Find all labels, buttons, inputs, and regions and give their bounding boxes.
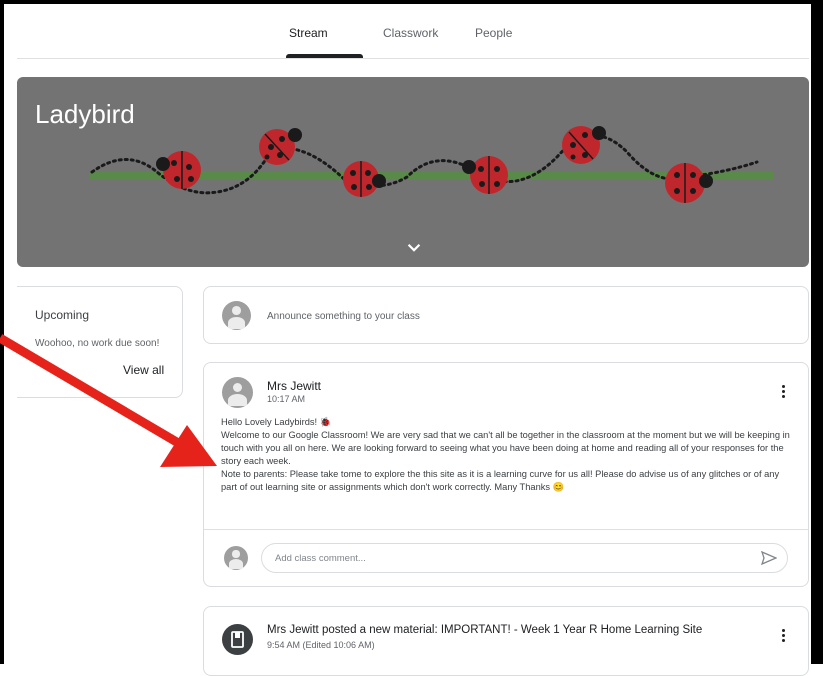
screenshot-border-right (815, 0, 823, 664)
more-options-icon[interactable] (780, 385, 786, 401)
ladybird-3 (343, 161, 386, 197)
post-author: Mrs Jewitt (267, 379, 321, 393)
avatar (222, 301, 251, 330)
author-avatar (222, 377, 253, 408)
tab-stream[interactable]: Stream (289, 26, 328, 40)
commenter-avatar (224, 546, 248, 570)
tab-people[interactable]: People (475, 26, 512, 40)
class-title: Ladybird (35, 99, 135, 129)
post-paragraph: Note to parents: Please take tome to exp… (221, 469, 780, 492)
tab-classwork[interactable]: Classwork (383, 26, 438, 40)
announce-box[interactable]: Announce something to your class (203, 286, 809, 344)
class-banner: Ladybird (17, 77, 809, 267)
material-post[interactable]: Mrs Jewitt posted a new material: IMPORT… (203, 606, 809, 676)
active-tab-indicator (286, 54, 363, 58)
upcoming-title: Upcoming (35, 308, 90, 322)
announce-placeholder[interactable]: Announce something to your class (267, 311, 420, 322)
upcoming-card: Upcoming Woohoo, no work due soon! View … (17, 286, 183, 398)
ladybird-6 (665, 163, 713, 203)
ladybird-2 (259, 128, 302, 165)
upcoming-text: Woohoo, no work due soon! (35, 338, 160, 349)
comment-placeholder: Add class comment... (275, 553, 366, 564)
post-paragraph: Welcome to our Google Classroom! We are … (221, 430, 790, 466)
view-all-link[interactable]: View all (123, 363, 164, 377)
material-time: 9:54 AM (Edited 10:06 AM) (267, 640, 375, 650)
ladybird-5 (562, 126, 606, 164)
material-icon (222, 624, 253, 655)
class-comment-input[interactable]: Add class comment... (261, 543, 788, 573)
post-time: 10:17 AM (267, 394, 306, 404)
ladybird-1 (156, 151, 201, 189)
post-body: Hello Lovely Ladybirds! 🐞 Welcome to our… (221, 416, 796, 494)
announcement-post: Mrs Jewitt 10:17 AM Hello Lovely Ladybir… (203, 362, 809, 587)
more-options-icon[interactable] (780, 629, 786, 645)
top-nav: Stream Classwork People (17, 14, 809, 59)
chevron-down-icon[interactable] (401, 235, 427, 261)
send-icon[interactable] (761, 551, 777, 565)
divider (204, 529, 808, 530)
material-title[interactable]: Mrs Jewitt posted a new material: IMPORT… (267, 624, 702, 636)
post-greeting: Hello Lovely Ladybirds! 🐞 (221, 417, 332, 427)
